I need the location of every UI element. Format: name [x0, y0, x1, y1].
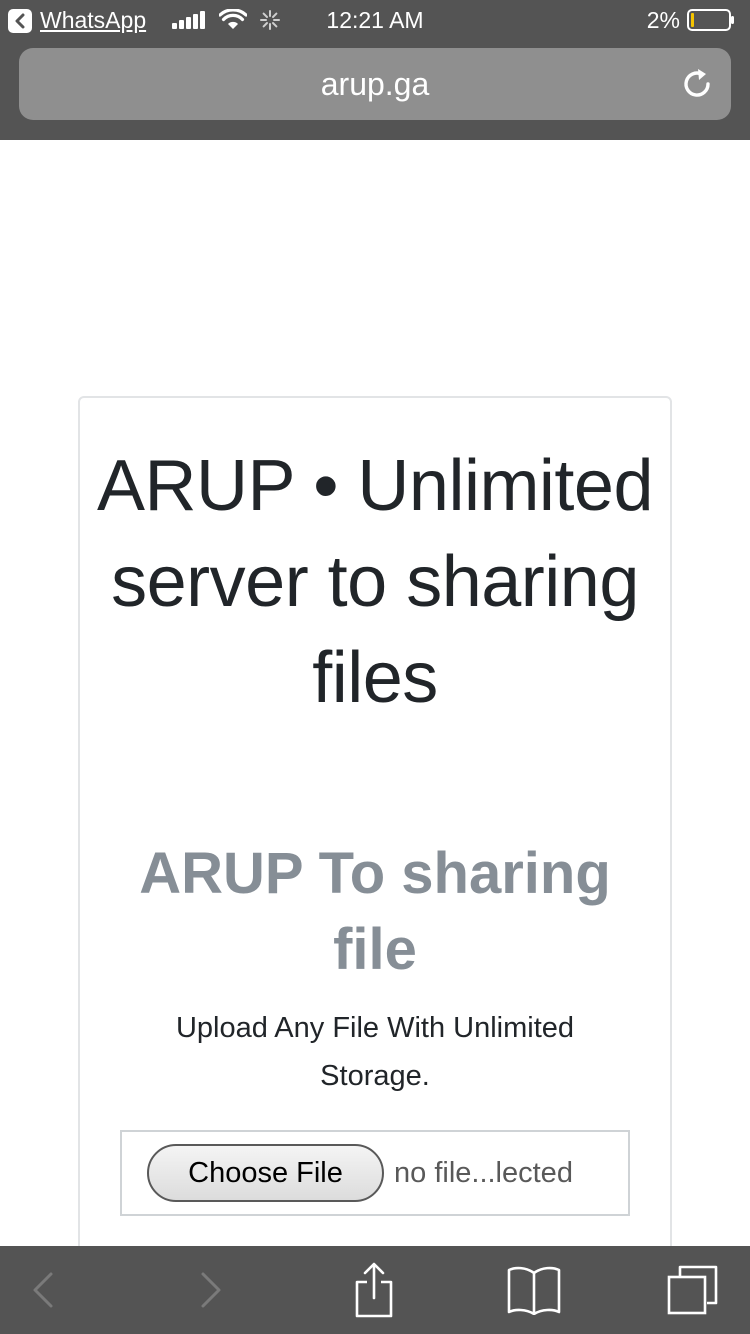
share-icon [355, 1262, 393, 1318]
file-upload-input[interactable]: Choose File no file...lected [120, 1130, 630, 1216]
page-title: ARUP • Unlimited server to sharing files [96, 446, 654, 718]
status-time: 12:21 AM [326, 7, 424, 33]
status-bar: WhatsApp 12:21 AM 2% [0, 0, 750, 40]
page-lead-text: Upload Any File With Unlimited Storage. [175, 1012, 575, 1092]
forward-button[interactable] [168, 1246, 254, 1334]
browser-toolbar [0, 1246, 750, 1334]
share-button[interactable] [331, 1246, 417, 1334]
tabs-icon [667, 1265, 718, 1315]
file-selection-status: no file...lected [394, 1157, 573, 1189]
battery-icon [687, 9, 734, 31]
back-icon [33, 1272, 53, 1308]
bookmarks-icon [507, 1266, 561, 1315]
bookmarks-button[interactable] [491, 1246, 577, 1334]
reload-icon[interactable] [679, 66, 715, 102]
tabs-button[interactable] [650, 1246, 736, 1334]
choose-file-button[interactable]: Choose File [147, 1144, 384, 1202]
forward-icon [201, 1272, 221, 1308]
address-bar[interactable]: arup.ga [19, 48, 731, 120]
browser-top-chrome: WhatsApp 12:21 AM 2% arup.ga [0, 0, 750, 140]
back-button[interactable] [0, 1246, 86, 1334]
battery-percent: 2% [646, 7, 680, 33]
page-subtitle: ARUP To sharing file [139, 841, 611, 982]
url-text[interactable]: arup.ga [19, 48, 731, 120]
